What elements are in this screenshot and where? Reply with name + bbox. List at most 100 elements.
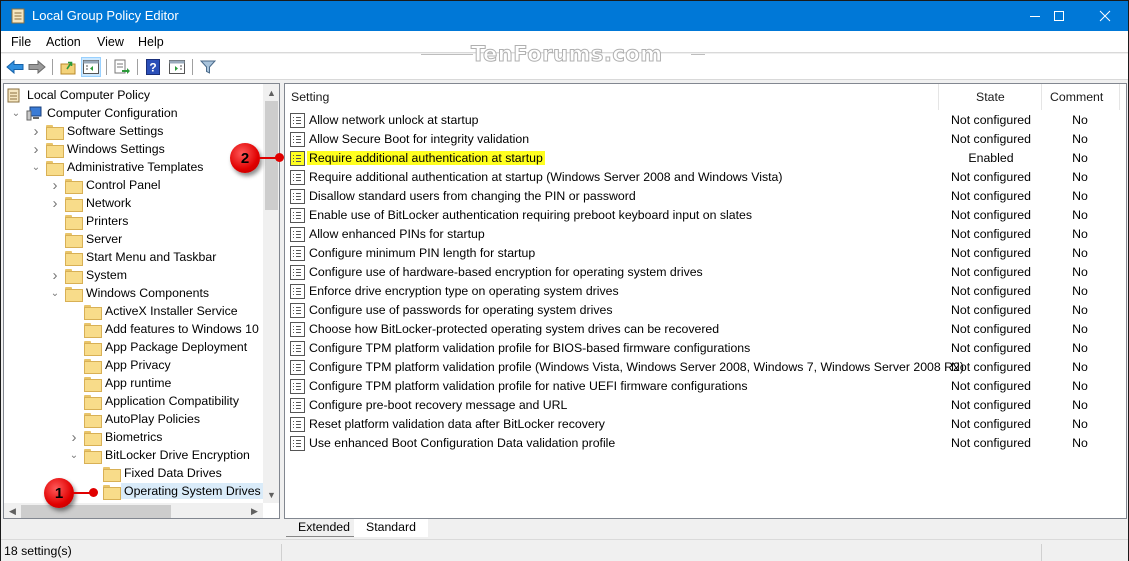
tree-item[interactable]: ActiveX Installer Service <box>68 302 238 320</box>
folder-icon <box>84 412 102 428</box>
policy-setting-icon <box>290 265 305 280</box>
filter-icon <box>200 60 216 74</box>
column-header-comment[interactable]: Comment <box>1050 84 1103 110</box>
row-setting: Configure pre-boot recovery message and … <box>309 398 568 412</box>
tree-item[interactable]: › Network <box>49 194 131 212</box>
column-header-setting[interactable]: Setting <box>291 84 329 110</box>
policy-setting-icon <box>290 379 305 394</box>
folder-icon <box>84 340 102 356</box>
table-row[interactable]: Allow enhanced PINs for startup Not confi… <box>288 225 1123 244</box>
tree-horizontal-scrollbar[interactable]: ◀ ▶ <box>4 503 263 518</box>
tree-item[interactable]: ⌄ Computer Configuration <box>10 104 178 122</box>
show-hide-action-pane-button[interactable] <box>167 57 187 77</box>
tree-item-label: BitLocker Drive Encryption <box>105 448 250 462</box>
tree-item[interactable]: App Privacy <box>68 356 171 374</box>
menu-view[interactable]: View <box>97 35 124 49</box>
tree-item-label: AutoPlay Policies <box>105 412 201 426</box>
tab-standard[interactable]: Standard <box>354 519 428 537</box>
tree-item[interactable]: ⌄ BitLocker Drive Encryption <box>68 446 250 464</box>
tree-item[interactable]: Server <box>49 230 122 248</box>
tab-extended[interactable]: Extended <box>286 519 362 537</box>
row-setting: Enable use of BitLocker authentication r… <box>309 208 752 222</box>
show-hide-console-tree-button[interactable] <box>81 57 101 77</box>
tree-item[interactable]: › Windows Settings <box>30 140 165 158</box>
tree-item[interactable]: › Biometrics <box>68 428 162 446</box>
table-row[interactable]: Configure pre-boot recovery message and … <box>288 396 1123 415</box>
table-row[interactable]: Configure TPM platform validation profil… <box>288 377 1123 396</box>
chevron-down-icon[interactable]: ⌄ <box>68 450 80 461</box>
tree-item[interactable]: ⌄ Windows Components <box>49 284 209 302</box>
chevron-right-icon[interactable]: › <box>68 429 80 446</box>
chevron-down-icon[interactable]: ⌄ <box>30 162 42 173</box>
scroll-right-icon[interactable]: ▶ <box>246 503 263 518</box>
tree-item[interactable]: › System <box>49 266 127 284</box>
chevron-right-icon[interactable]: › <box>30 141 42 158</box>
tree-item[interactable]: Application Compatibility <box>68 392 239 410</box>
settings-list[interactable]: Setting State Comment Allow network unlo… <box>284 83 1127 519</box>
table-row[interactable]: Configure TPM platform validation profil… <box>288 358 1123 377</box>
chevron-right-icon[interactable]: › <box>49 177 61 194</box>
table-row[interactable]: Configure use of hardware-based encrypti… <box>288 263 1123 282</box>
table-row[interactable]: Configure use of passwords for operating… <box>288 301 1123 320</box>
table-row[interactable]: Require additional authentication at sta… <box>288 168 1123 187</box>
scroll-down-icon[interactable]: ▼ <box>263 486 279 503</box>
tree-item[interactable]: Printers <box>49 212 128 230</box>
title-bar[interactable]: Local Group Policy Editor <box>1 1 1128 31</box>
column-divider[interactable] <box>1119 84 1120 110</box>
forward-button[interactable] <box>27 57 47 77</box>
table-row[interactable]: Allow network unlock at startup Not confi… <box>288 111 1123 130</box>
table-row[interactable]: Use enhanced Boot Configuration Data val… <box>288 434 1123 453</box>
menu-action[interactable]: Action <box>46 35 81 49</box>
tree-item-label: Network <box>86 196 132 210</box>
tree-item[interactable]: Add features to Windows 10 <box>68 320 259 338</box>
table-row[interactable]: Disallow standard users from changing th… <box>288 187 1123 206</box>
maximize-button[interactable] <box>1036 1 1082 31</box>
table-row[interactable]: Choose how BitLocker-protected operating… <box>288 320 1123 339</box>
chevron-right-icon[interactable]: › <box>30 123 42 140</box>
tree-item[interactable]: ⌄ Administrative Templates <box>30 158 203 176</box>
table-row[interactable]: Configure TPM platform validation profil… <box>288 339 1123 358</box>
column-divider[interactable] <box>1041 84 1042 110</box>
menu-file[interactable]: File <box>11 35 31 49</box>
column-header-state[interactable]: State <box>976 84 1005 110</box>
column-divider[interactable] <box>938 84 939 110</box>
scroll-up-icon[interactable]: ▲ <box>263 84 279 101</box>
row-setting: Allow Secure Boot for integrity validati… <box>309 132 530 146</box>
folder-icon <box>103 466 121 482</box>
tree-item[interactable]: Operating System Drives <box>87 482 264 500</box>
row-setting: Configure TPM platform validation profil… <box>309 341 751 355</box>
row-state: Not configured <box>951 132 1031 146</box>
tree-vertical-scrollbar[interactable]: ▲ ▼ <box>263 84 279 503</box>
table-row[interactable]: Allow Secure Boot for integrity validati… <box>288 130 1123 149</box>
table-row[interactable]: Configure minimum PIN length for startup… <box>288 244 1123 263</box>
chevron-right-icon[interactable]: › <box>49 267 61 284</box>
help-button[interactable]: ? <box>143 57 163 77</box>
tree-item-label: Add features to Windows 10 <box>105 322 259 336</box>
scroll-left-icon[interactable]: ◀ <box>4 503 21 518</box>
tree-item[interactable]: Start Menu and Taskbar <box>49 248 216 266</box>
back-button[interactable] <box>5 57 25 77</box>
policy-setting-icon <box>290 436 305 451</box>
table-row[interactable]: Reset platform validation data after Bit… <box>288 415 1123 434</box>
table-row[interactable]: Enable use of BitLocker authentication r… <box>288 206 1123 225</box>
tree-item[interactable]: › Control Panel <box>49 176 161 194</box>
tree-hscroll-thumb[interactable] <box>21 505 171 518</box>
table-row[interactable]: Enforce drive encryption type on operati… <box>288 282 1123 301</box>
chevron-right-icon[interactable]: › <box>49 195 61 212</box>
menu-help[interactable]: Help <box>138 35 164 49</box>
export-list-button[interactable] <box>112 57 132 77</box>
tree-item[interactable]: AutoPlay Policies <box>68 410 200 428</box>
tree-item[interactable]: App runtime <box>68 374 171 392</box>
close-button[interactable] <box>1082 1 1128 31</box>
up-one-level-button[interactable] <box>58 57 78 77</box>
row-setting: Configure TPM platform validation profil… <box>309 379 748 393</box>
chevron-down-icon[interactable]: ⌄ <box>10 108 22 119</box>
filter-button[interactable] <box>198 57 218 77</box>
row-comment: No <box>1072 151 1088 165</box>
tree-item[interactable]: Fixed Data Drives <box>87 464 222 482</box>
tree-item[interactable]: › Software Settings <box>30 122 163 140</box>
tree-item[interactable]: Local Computer Policy <box>6 86 150 104</box>
table-row[interactable]: Require additional authentication at sta… <box>288 149 1123 168</box>
tree-item[interactable]: App Package Deployment <box>68 338 247 356</box>
chevron-down-icon[interactable]: ⌄ <box>49 288 61 299</box>
